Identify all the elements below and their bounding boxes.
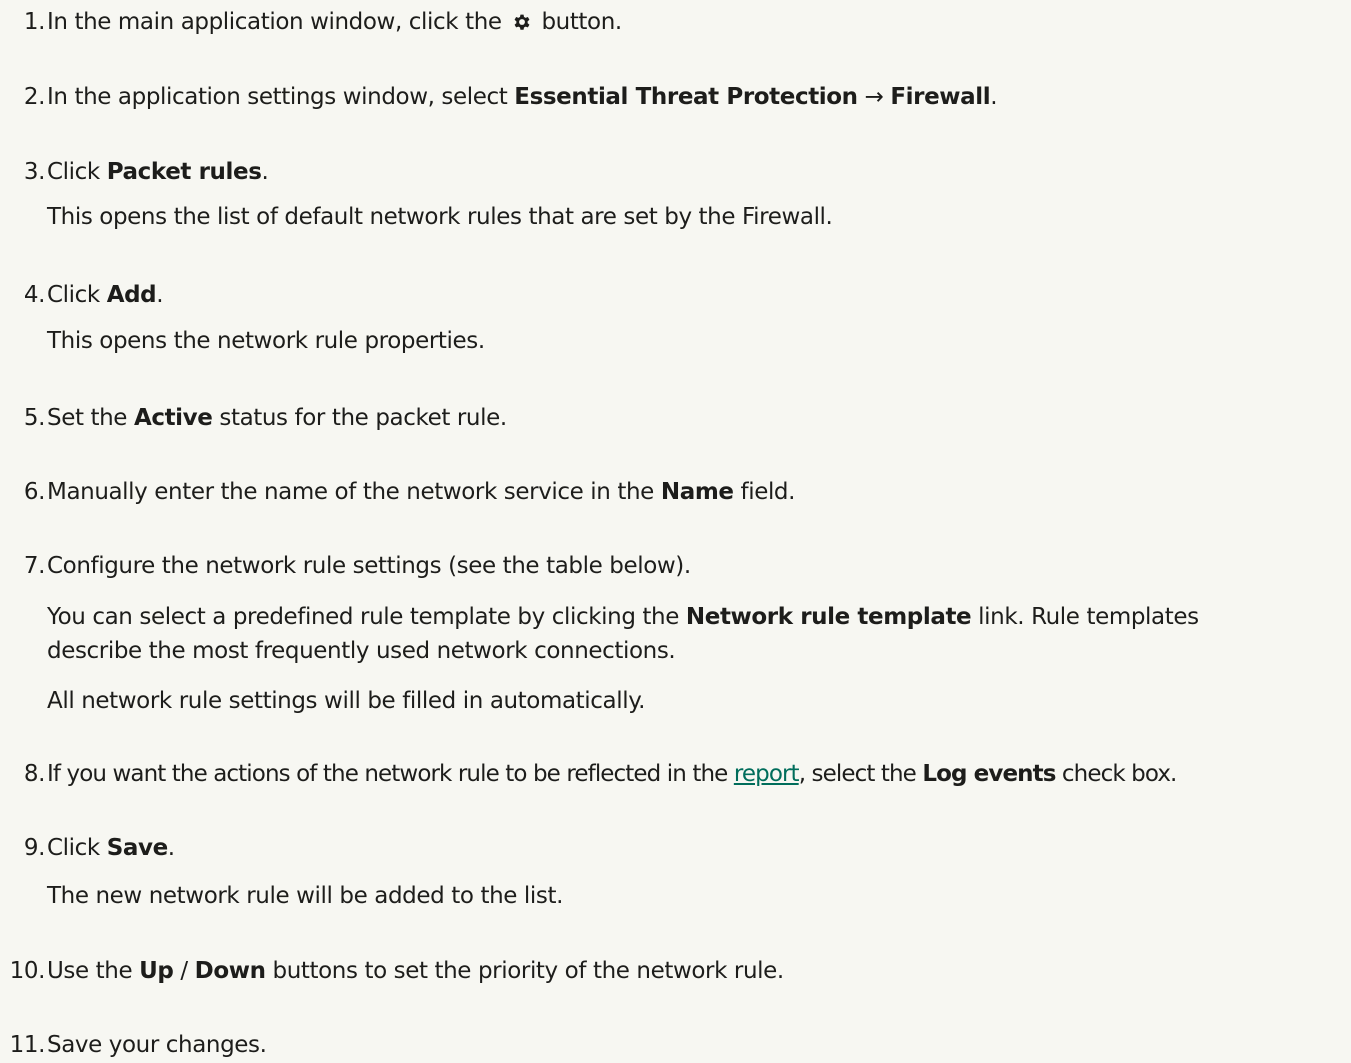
step-text: Manually enter the name of the network s… — [47, 479, 796, 505]
step-note-2: All network rule settings will be filled… — [47, 688, 646, 714]
report-link[interactable]: report — [734, 761, 800, 787]
step-text: If you want the actions of the network r… — [47, 761, 1177, 787]
step-text: Use the Up / Down buttons to set the pri… — [47, 958, 784, 984]
step-text: Set the Active status for the packet rul… — [47, 405, 507, 431]
step-text: In the application settings window, sele… — [47, 84, 998, 110]
step-number: 1. — [23, 9, 46, 35]
step-note: The new network rule will be added to th… — [47, 883, 563, 909]
step-text: Click Add. — [47, 282, 164, 308]
step-number: 9. — [23, 835, 46, 861]
step-text: In the main application window, click th… — [47, 9, 622, 35]
step-note: You can select a predefined rule templat… — [47, 604, 1199, 630]
step-number: 8. — [23, 761, 46, 787]
step-number: 11. — [9, 1032, 46, 1058]
step-text: Click Packet rules. — [47, 159, 269, 185]
step-number: 5. — [23, 405, 46, 431]
step-number: 3. — [23, 159, 46, 185]
step-text: Click Save. — [47, 835, 175, 861]
step-number: 4. — [23, 282, 46, 308]
step-text: Save your changes. — [47, 1032, 267, 1058]
step-number: 10. — [9, 958, 46, 984]
step-number: 6. — [23, 479, 46, 505]
step-number: 2. — [23, 84, 46, 110]
gear-icon — [514, 14, 529, 30]
step-number: 7. — [23, 553, 46, 579]
step-text: Configure the network rule settings (see… — [47, 553, 691, 579]
step-note: This opens the list of default network r… — [47, 204, 833, 230]
step-note-continued: describe the most frequently used networ… — [47, 638, 676, 664]
step-note: This opens the network rule properties. — [47, 328, 485, 354]
